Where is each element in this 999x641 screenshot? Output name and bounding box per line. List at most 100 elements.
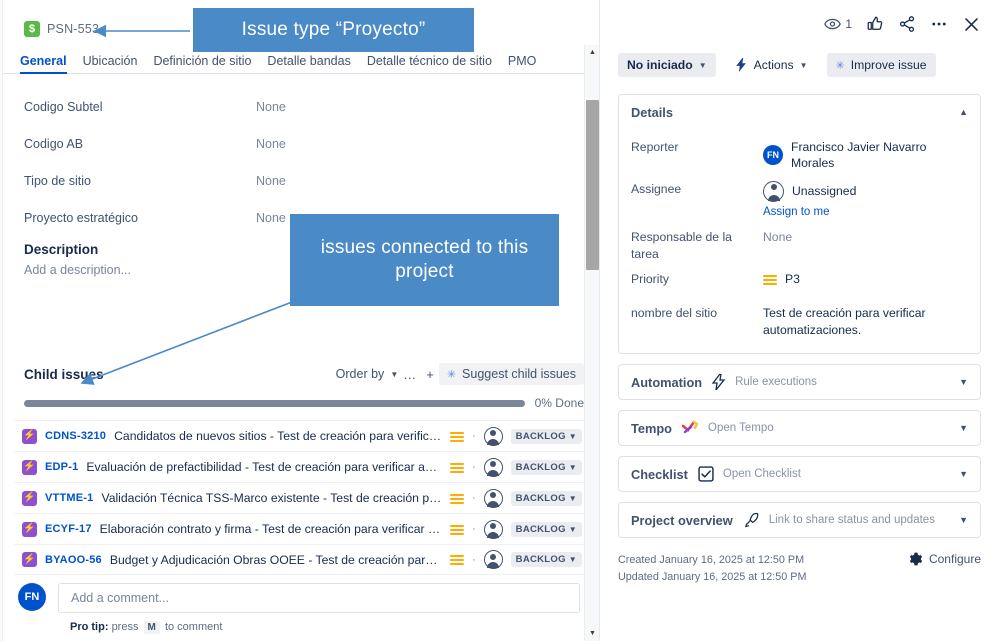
tab-detalle-tecnico-de-sitio[interactable]: Detalle técnico de sitio	[367, 54, 492, 73]
detail-value[interactable]: Unassigned Assign to me	[763, 178, 968, 221]
comment-input[interactable]: Add a comment...	[58, 583, 580, 613]
child-issues-section: Child issues Order by ▼ … + ✳ Suggest ch…	[0, 360, 598, 575]
field-value[interactable]: None	[256, 211, 286, 225]
child-issue-key[interactable]: VTTME-1	[45, 492, 93, 504]
tab-definicion-de-sitio[interactable]: Definición de sitio	[153, 54, 251, 73]
improve-issue-button[interactable]: ✳ Improve issue	[826, 53, 936, 77]
chevron-down-icon[interactable]: ▼	[959, 377, 968, 387]
priority-medium-icon[interactable]	[449, 431, 464, 442]
project-overview-text: Link to share status and updates	[768, 514, 935, 527]
field-row[interactable]: Codigo AB None	[24, 125, 599, 162]
status-dropdown-button[interactable]: No iniciado ▼	[618, 53, 716, 77]
status-badge[interactable]: BACKLOG ▼	[510, 459, 582, 475]
scrollbar-thumb[interactable]	[586, 100, 599, 270]
pro-tip-hint: Pro tip: press M to comment	[70, 621, 580, 634]
chevron-down-icon: ▼	[698, 60, 707, 70]
chevron-up-icon[interactable]: ▲	[959, 107, 968, 117]
tab-general[interactable]: General	[20, 54, 67, 74]
child-issue-summary[interactable]: Candidatos de nuevos sitios - Test de cr…	[114, 429, 442, 443]
add-comment-section: FN Add a comment... Pro tip: press M to …	[0, 583, 598, 634]
watch-issue-button[interactable]: 1	[824, 17, 852, 31]
avatar[interactable]	[483, 519, 503, 539]
child-issue-summary[interactable]: Elaboración contrato y firma - Test de c…	[100, 522, 442, 536]
tab-detalle-bandas[interactable]: Detalle bandas	[267, 54, 350, 73]
issue-status-actions: No iniciado ▼ Actions ▼ ✳ Improve issue	[600, 48, 999, 82]
vertical-scrollbar[interactable]: ▲ ▼	[584, 45, 599, 641]
issue-key-link[interactable]: PSN-553	[47, 22, 99, 36]
configure-button[interactable]: Configure	[909, 552, 981, 566]
status-badge[interactable]: BACKLOG ▼	[510, 521, 582, 537]
detail-value[interactable]: None	[763, 226, 968, 245]
scroll-down-arrow-icon[interactable]: ▼	[585, 626, 599, 641]
field-row[interactable]: Codigo Subtel None	[24, 88, 599, 125]
field-value[interactable]: None	[256, 137, 286, 151]
child-issue-key[interactable]: BYAOO-56	[45, 554, 102, 566]
table-row[interactable]: ⚡ CDNS-3210 Candidatos de nuevos sitios …	[14, 420, 588, 451]
child-issues-more-button[interactable]: …	[398, 367, 421, 382]
chevron-down-icon[interactable]: ▼	[959, 423, 968, 433]
status-label: BACKLOG	[515, 523, 566, 535]
detail-value[interactable]: FN Francisco Javier Navarro Morales	[763, 136, 968, 172]
automation-panel[interactable]: Automation Rule executions ▼	[618, 364, 981, 401]
detail-label: Priority	[631, 272, 669, 287]
field-row[interactable]: Tipo de sitio None	[24, 162, 599, 199]
chevron-down-icon: ▼	[568, 524, 577, 534]
child-issue-summary[interactable]: Budget y Adjudicación Obras OOEE - Test …	[110, 553, 442, 567]
issue-sidebar-panel: 1 No iniciado ▼ Actions ▼ ✳ Improve issu…	[600, 0, 999, 641]
tempo-panel[interactable]: Tempo Open Tempo ▼	[618, 410, 981, 447]
status-badge[interactable]: BACKLOG ▼	[510, 490, 582, 506]
add-child-issue-button[interactable]: +	[421, 367, 439, 382]
field-value[interactable]: None	[256, 100, 286, 114]
status-badge[interactable]: BACKLOG ▼	[510, 428, 582, 444]
separator-dot: ·	[471, 553, 476, 566]
pro-tip-press: press	[111, 621, 139, 633]
tab-pmo[interactable]: PMO	[508, 54, 536, 73]
avatar: FN	[763, 145, 783, 166]
checklist-panel[interactable]: Checklist Open Checklist ▼	[618, 456, 981, 493]
priority-medium-icon[interactable]	[449, 493, 464, 504]
avatar[interactable]	[483, 426, 503, 446]
issue-fields-list: Codigo Subtel None Codigo AB None Tipo d…	[0, 74, 599, 236]
project-issue-type-icon[interactable]: $	[24, 21, 40, 37]
avatar[interactable]	[483, 550, 503, 569]
tab-ubicacion[interactable]: Ubicación	[83, 54, 138, 73]
table-row[interactable]: ⚡ ECYF-17 Elaboración contrato y firma -…	[14, 513, 588, 544]
share-icon[interactable]	[898, 15, 916, 33]
actions-dropdown-button[interactable]: Actions ▼	[726, 53, 817, 77]
detail-value[interactable]: Test de creación para verificar automati…	[763, 302, 968, 338]
table-row[interactable]: ⚡ BYAOO-56 Budget y Adjudicación Obras O…	[14, 544, 588, 575]
scroll-up-arrow-icon[interactable]: ▲	[585, 45, 599, 60]
priority-medium-icon[interactable]	[449, 462, 464, 473]
child-issue-key[interactable]: ECYF-17	[45, 523, 92, 535]
priority-medium-icon[interactable]	[449, 554, 464, 565]
child-issue-summary[interactable]: Validación Técnica TSS-Marco existente -…	[101, 491, 442, 505]
project-overview-panel[interactable]: Project overview Link to share status an…	[618, 502, 981, 539]
configure-label: Configure	[928, 552, 981, 567]
order-by-dropdown[interactable]: Order by ▼	[336, 367, 399, 381]
detail-value[interactable]: P3	[763, 268, 968, 287]
tempo-icon	[682, 420, 699, 436]
table-row[interactable]: ⚡ VTTME-1 Validación Técnica TSS-Marco e…	[14, 482, 588, 513]
child-issue-key[interactable]: CDNS-3210	[45, 430, 106, 442]
pro-tip-prefix: Pro tip:	[70, 621, 109, 633]
chevron-down-icon[interactable]: ▼	[959, 515, 968, 525]
details-card-header[interactable]: Details ▲	[619, 95, 980, 129]
chevron-down-icon[interactable]: ▼	[959, 469, 968, 479]
thumbs-up-icon[interactable]	[866, 15, 884, 33]
status-label: BACKLOG	[515, 461, 566, 473]
suggest-child-issues-button[interactable]: ✳ Suggest child issues	[438, 363, 584, 385]
status-badge[interactable]: BACKLOG ▼	[510, 552, 582, 567]
annotation-issue-type: Issue type “Proyecto”	[193, 8, 474, 52]
child-issue-key[interactable]: EDP-1	[45, 461, 78, 473]
table-row[interactable]: ⚡ EDP-1 Evaluación de prefactibilidad - …	[14, 451, 588, 482]
eye-icon	[824, 18, 842, 30]
field-label: Tipo de sitio	[24, 173, 91, 188]
child-issue-summary[interactable]: Evaluación de prefactibilidad - Test de …	[86, 460, 442, 474]
field-value[interactable]: None	[256, 174, 286, 188]
close-icon[interactable]	[962, 15, 981, 34]
assign-to-me-link[interactable]: Assign to me	[763, 205, 968, 221]
more-actions-icon[interactable]	[930, 15, 948, 33]
avatar[interactable]	[483, 488, 503, 508]
avatar[interactable]	[483, 457, 503, 477]
priority-medium-icon[interactable]	[449, 524, 464, 535]
